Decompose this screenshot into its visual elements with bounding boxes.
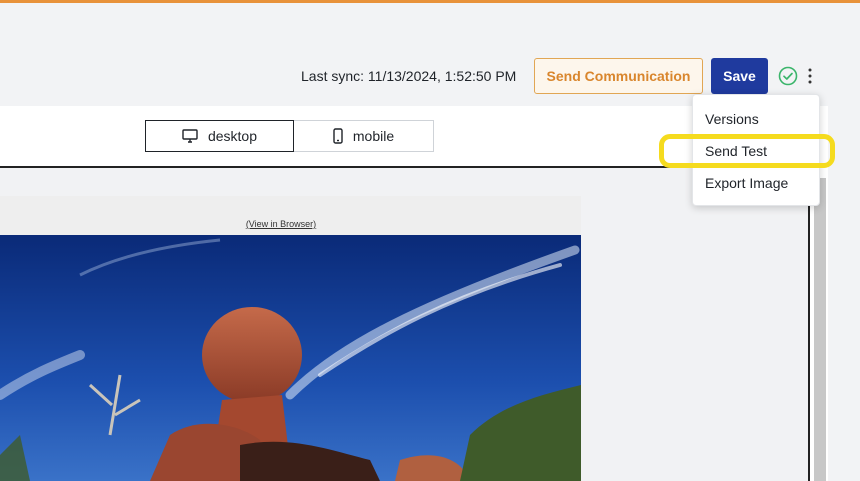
hero-image — [0, 235, 581, 481]
device-mobile-label: mobile — [352, 128, 395, 144]
preview-scrollbar[interactable] — [814, 178, 826, 481]
device-mobile-button[interactable]: mobile — [294, 120, 434, 152]
canvas-border — [808, 168, 810, 481]
email-preheader — [0, 196, 581, 235]
kebab-icon[interactable] — [803, 66, 817, 86]
device-desktop-label: desktop — [207, 128, 258, 144]
monitor-icon — [182, 129, 198, 143]
menu-item-versions[interactable]: Versions — [705, 111, 759, 127]
device-toggle: desktop mobile — [145, 120, 434, 152]
more-options-menu: Versions Send Test Export Image — [692, 94, 820, 206]
phone-icon — [333, 128, 343, 144]
menu-item-send-test[interactable]: Send Test — [705, 143, 767, 159]
send-communication-button[interactable]: Send Communication — [534, 58, 703, 94]
menu-item-export-image[interactable]: Export Image — [705, 175, 788, 191]
save-button[interactable]: Save — [711, 58, 768, 94]
top-accent-bar — [0, 0, 860, 3]
check-circle-icon — [778, 66, 798, 86]
last-sync-status: Last sync: 11/13/2024, 1:52:50 PM — [301, 68, 517, 84]
device-desktop-button[interactable]: desktop — [145, 120, 294, 152]
view-in-browser-link[interactable]: (View in Browser) — [0, 219, 562, 229]
